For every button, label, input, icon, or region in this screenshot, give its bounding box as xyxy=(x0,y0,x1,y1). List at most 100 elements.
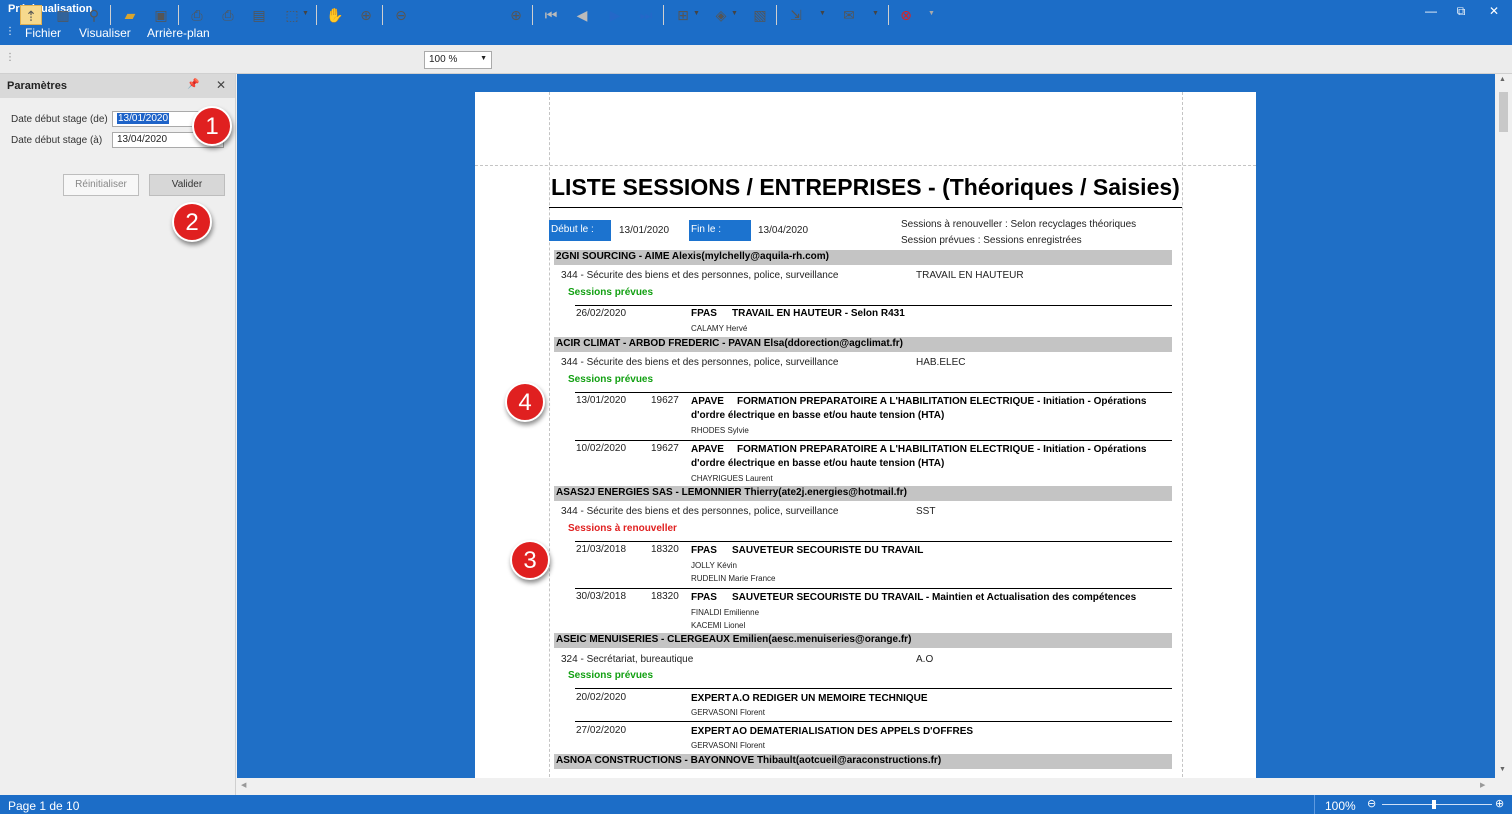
print-icon[interactable]: ⎙ xyxy=(186,5,208,25)
scroll-down-icon[interactable]: ▼ xyxy=(1499,766,1506,773)
background-dropdown-icon[interactable]: ▼ xyxy=(731,10,738,17)
company-topic: SST xyxy=(916,506,936,517)
legend-planned: Session prévues : Sessions enregistrées xyxy=(901,235,1082,246)
scroll-right-icon[interactable]: ▶ xyxy=(1480,781,1485,789)
magnifier-icon[interactable]: ⊕ xyxy=(355,5,377,25)
zoom-slider-track[interactable] xyxy=(1382,804,1492,805)
vertical-scroll-thumb[interactable] xyxy=(1499,92,1508,132)
company-header: ASEIC MENUISERIES - CLERGEAUX Emilien(ae… xyxy=(554,633,1172,648)
session-date: 26/02/2020 xyxy=(576,308,627,319)
toolbar-separator xyxy=(532,5,533,25)
parameters-icon[interactable]: ⇡ xyxy=(20,5,42,25)
first-page-icon[interactable]: ⏮ xyxy=(540,5,562,25)
multiple-pages-dropdown-icon[interactable]: ▼ xyxy=(693,10,700,17)
session-person: GERVASONI Florent xyxy=(691,741,765,750)
find-binoculars-icon[interactable]: ⚲ xyxy=(83,5,105,25)
close-preview-icon[interactable]: ⊗ xyxy=(895,5,917,25)
session-status: Sessions à renouveller xyxy=(568,523,677,534)
horizontal-scrollbar[interactable]: ◀ ▶ xyxy=(237,778,1495,795)
session-number: 18320 xyxy=(651,544,679,555)
menu-fichier[interactable]: Fichier xyxy=(25,26,61,40)
next-page-icon[interactable]: ▶ xyxy=(604,5,626,25)
page-setup-icon[interactable]: ▤ xyxy=(248,5,270,25)
previous-page-icon[interactable]: ◀ xyxy=(571,5,593,25)
validate-button[interactable]: Valider xyxy=(149,174,225,196)
scroll-left-icon[interactable]: ◀ xyxy=(241,781,246,789)
margin-guide xyxy=(1182,92,1183,778)
session-date: 30/03/2018 xyxy=(576,591,627,602)
session-date: 13/01/2020 xyxy=(576,395,627,406)
toolbar-separator xyxy=(663,5,664,25)
session-title: FORMATION PREPARATOIRE A L'HABILITATION … xyxy=(737,444,1147,455)
start-label: Début le : xyxy=(549,220,611,241)
menu-visualiser[interactable]: Visualiser xyxy=(79,26,131,40)
scale-icon[interactable]: ⬚ xyxy=(281,5,303,25)
document-map-icon[interactable]: ▥ xyxy=(52,5,74,25)
zoom-select[interactable]: 100 % ▼ xyxy=(424,51,492,69)
vertical-scrollbar[interactable]: ▲ ▼ xyxy=(1495,74,1512,778)
reset-button[interactable]: Réinitialiser xyxy=(63,174,139,196)
session-rule xyxy=(575,541,1172,542)
zoom-out-small-icon[interactable]: ⊖ xyxy=(1367,797,1376,810)
zoom-out-icon[interactable]: ⊖ xyxy=(390,5,412,25)
session-date: 10/02/2020 xyxy=(576,443,627,454)
background-color-icon[interactable]: ◈ xyxy=(710,5,732,25)
menu-bar: ⋮ Fichier Visualiser Arrière-plan xyxy=(0,22,1512,45)
toolbar-grip-icon: ⋮ xyxy=(5,52,15,63)
zoom-in-icon[interactable]: ⊕ xyxy=(505,5,527,25)
session-title: FORMATION PREPARATOIRE A L'HABILITATION … xyxy=(737,396,1147,407)
margin-guide xyxy=(475,165,1256,166)
session-number: 19627 xyxy=(651,443,679,454)
toolbar-separator xyxy=(382,5,383,25)
quick-print-icon[interactable]: ⎙ xyxy=(217,5,239,25)
email-dropdown-icon[interactable]: ▼ xyxy=(872,10,879,17)
close-panel-icon[interactable]: ✕ xyxy=(216,78,226,92)
session-rule xyxy=(575,305,1172,306)
session-title-line2: d'ordre électrique en basse et/ou haute … xyxy=(691,458,945,469)
company-topic: HAB.ELEC xyxy=(916,357,966,368)
pin-icon[interactable]: 📌 xyxy=(187,79,199,90)
report-page: LISTE SESSIONS / ENTREPRISES - (Théoriqu… xyxy=(475,92,1256,778)
session-title: A.O REDIGER UN MEMOIRE TECHNIQUE xyxy=(732,693,928,704)
close-dropdown-icon[interactable]: ▼ xyxy=(928,10,935,17)
margin-guide xyxy=(549,92,550,778)
zoom-in-small-icon[interactable]: ⊕ xyxy=(1495,797,1504,810)
session-person: GERVASONI Florent xyxy=(691,708,765,717)
minimize-icon[interactable]: — xyxy=(1421,2,1441,20)
zoom-slider-thumb[interactable] xyxy=(1432,800,1436,809)
end-value: 13/04/2020 xyxy=(758,225,809,236)
export-dropdown-icon[interactable]: ▼ xyxy=(819,10,826,17)
company-header: ASNOA CONSTRUCTIONS - BAYONNOVE Thibault… xyxy=(554,754,1172,769)
status-separator xyxy=(1314,795,1315,814)
parameters-panel: Paramètres 📌 ✕ Date début stage (de) 13/… xyxy=(0,74,236,796)
session-org: EXPERT xyxy=(691,726,732,737)
session-rule xyxy=(575,392,1172,393)
zoom-value: 100 % xyxy=(429,54,458,65)
session-person: FINALDI Emilienne xyxy=(691,608,760,617)
menu-arriere-plan[interactable]: Arrière-plan xyxy=(147,26,210,40)
session-title-line2: d'ordre électrique en basse et/ou haute … xyxy=(691,410,945,421)
hand-tool-icon[interactable]: ✋ xyxy=(324,5,346,25)
company-header: 2GNI SOURCING - AIME Alexis(mylchelly@aq… xyxy=(554,250,1172,265)
scale-dropdown-icon[interactable]: ▼ xyxy=(302,10,309,17)
scroll-up-icon[interactable]: ▲ xyxy=(1499,76,1506,83)
session-org: FPAS xyxy=(691,545,717,556)
session-title: SAUVETEUR SECOURISTE DU TRAVAIL xyxy=(732,545,924,556)
session-title: TRAVAIL EN HAUTEUR - Selon R431 xyxy=(732,308,905,319)
save-icon[interactable]: ▣ xyxy=(150,5,172,25)
multiple-pages-icon[interactable]: ⊞ xyxy=(672,5,694,25)
date-from-value: 13/01/2020 xyxy=(117,113,170,124)
close-window-icon[interactable]: ✕ xyxy=(1484,2,1504,20)
open-folder-icon[interactable]: ▰ xyxy=(119,5,141,25)
legend-renew: Sessions à renouveller : Selon recyclage… xyxy=(901,219,1137,230)
last-page-icon[interactable]: ⏭ xyxy=(635,5,657,25)
session-person: CALAMY Hervé xyxy=(691,324,748,333)
session-number: 18320 xyxy=(651,591,679,602)
company-header: ACIR CLIMAT - ARBOD FREDERIC - PAVAN Els… xyxy=(554,337,1172,352)
watermark-icon[interactable]: ▧ xyxy=(749,5,771,25)
restore-icon[interactable]: ⧉ xyxy=(1451,2,1471,20)
session-person: JOLLY Kévin xyxy=(691,561,737,570)
email-icon[interactable]: ✉ xyxy=(838,5,860,25)
grip-icon: ⋮ xyxy=(5,26,15,37)
export-icon[interactable]: ⇲ xyxy=(785,5,807,25)
